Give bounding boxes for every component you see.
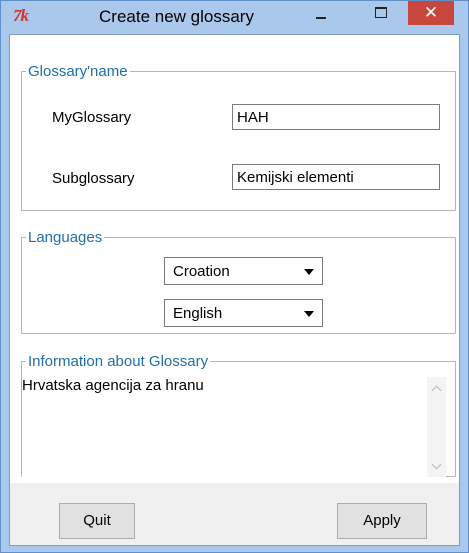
maximize-button[interactable] — [366, 1, 396, 25]
chevron-down-icon — [304, 311, 314, 317]
dialog-body: Glossary'name MyGlossary Subglossary Lan… — [9, 34, 460, 546]
target-language-value: English — [173, 305, 223, 322]
information-legend: Information about Glossary — [28, 353, 209, 370]
create-glossary-window: 7k Create new glossary ✕ Glossary'name M… — [0, 0, 469, 553]
apply-button[interactable]: Apply — [337, 503, 427, 539]
tk-app-icon: 7k — [13, 6, 29, 25]
source-language-select[interactable]: Croation — [164, 257, 323, 285]
vertical-scrollbar[interactable] — [427, 377, 446, 477]
window-title: Create new glossary — [99, 7, 254, 26]
title-bar[interactable]: 7k Create new glossary ✕ — [1, 1, 468, 34]
information-text: Hrvatska agencija za hranu — [22, 377, 204, 394]
myglossary-input[interactable] — [232, 104, 440, 130]
quit-button[interactable]: Quit — [59, 503, 135, 539]
languages-legend: Languages — [28, 229, 103, 246]
minimize-button[interactable] — [306, 1, 336, 25]
chevron-down-icon — [304, 269, 314, 275]
source-language-value: Croation — [173, 263, 230, 280]
subglossary-input[interactable] — [232, 164, 440, 190]
target-language-select[interactable]: English — [164, 299, 323, 327]
myglossary-label: MyGlossary — [52, 109, 132, 126]
information-textarea[interactable]: Hrvatska agencija za hranu — [22, 377, 446, 477]
subglossary-label: Subglossary — [52, 170, 135, 187]
close-button[interactable]: ✕ — [408, 1, 454, 25]
close-icon: ✕ — [423, 3, 439, 22]
glossary-name-legend: Glossary'name — [28, 63, 128, 80]
